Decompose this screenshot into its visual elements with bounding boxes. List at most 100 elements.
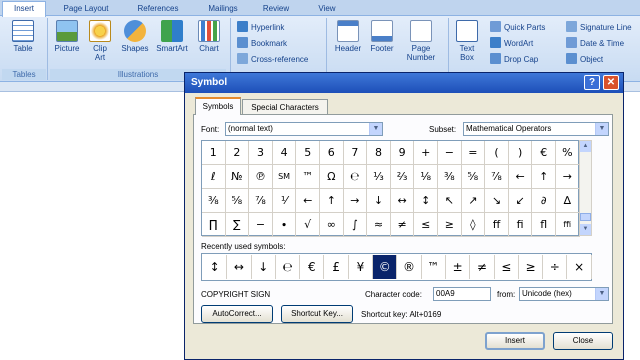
- smartart-button[interactable]: SmartArt: [152, 20, 192, 53]
- symbol-cell[interactable]: +: [414, 141, 438, 165]
- symbol-cell[interactable]: ℓ: [202, 165, 226, 189]
- tab-mailings[interactable]: Mailings: [198, 2, 248, 16]
- symbol-cell[interactable]: ⅓: [367, 165, 391, 189]
- symbol-cell[interactable]: ™: [296, 165, 320, 189]
- symbol-cell[interactable]: ∆: [556, 189, 580, 213]
- quick-parts-button[interactable]: Quick Parts: [490, 21, 545, 35]
- symbol-cell[interactable]: 3: [249, 141, 273, 165]
- symbol-cell[interactable]: 1: [202, 141, 226, 165]
- recent-symbol-cell[interactable]: ©: [373, 255, 398, 279]
- symbol-cell[interactable]: 7: [343, 141, 368, 165]
- symbol-cell[interactable]: ◊: [461, 213, 486, 237]
- page-number-button[interactable]: Page Number: [400, 20, 442, 62]
- recent-symbol-cell[interactable]: ®: [397, 255, 422, 279]
- recent-symbol-cell[interactable]: ℮: [276, 255, 301, 279]
- symbol-cell[interactable]: →: [556, 165, 580, 189]
- tab-view[interactable]: View: [312, 2, 342, 16]
- symbol-cell[interactable]: ←: [508, 165, 533, 189]
- symbol-cell[interactable]: ↖: [438, 189, 462, 213]
- recent-symbol-cell[interactable]: ↔: [227, 255, 252, 279]
- symbol-cell[interactable]: ≠: [390, 213, 415, 237]
- symbol-cell[interactable]: ≤: [414, 213, 438, 237]
- symbol-cell[interactable]: −: [249, 213, 273, 237]
- symbol-cell[interactable]: fi: [508, 213, 533, 237]
- clip-art-button[interactable]: Clip Art: [86, 20, 114, 62]
- recent-symbol-cell[interactable]: ±: [446, 255, 471, 279]
- symbol-cell[interactable]: ↕: [414, 189, 438, 213]
- recent-symbol-cell[interactable]: ↕: [203, 255, 228, 279]
- autocorrect-button[interactable]: AutoCorrect...: [201, 305, 273, 323]
- character-code-input[interactable]: 00A9: [433, 287, 491, 301]
- symbol-cell[interactable]: ∞: [320, 213, 344, 237]
- symbol-cell[interactable]: €: [532, 141, 556, 165]
- symbol-cell[interactable]: ): [508, 141, 533, 165]
- chevron-down-icon[interactable]: ▼: [369, 123, 382, 135]
- symbol-cell[interactable]: ⅞: [249, 189, 273, 213]
- symbol-cell[interactable]: ↑: [532, 165, 556, 189]
- symbol-cell[interactable]: ⅜: [202, 189, 226, 213]
- symbol-cell[interactable]: ⅝: [225, 189, 250, 213]
- symbol-cell[interactable]: ↙: [508, 189, 533, 213]
- symbol-cell[interactable]: →: [343, 189, 368, 213]
- recent-symbol-cell[interactable]: ¥: [349, 255, 374, 279]
- recent-symbol-cell[interactable]: £: [325, 255, 349, 279]
- symbol-cell[interactable]: 9: [390, 141, 415, 165]
- table-button[interactable]: Table: [6, 20, 40, 53]
- insert-button[interactable]: Insert: [485, 332, 545, 350]
- subset-select[interactable]: Mathematical Operators ▼: [463, 122, 609, 136]
- symbol-cell[interactable]: ∫: [343, 213, 368, 237]
- symbol-cell[interactable]: ⅜: [438, 165, 462, 189]
- symbol-cell[interactable]: ∏: [202, 213, 226, 237]
- recent-symbol-cell[interactable]: ÷: [543, 255, 568, 279]
- symbol-cell[interactable]: fl: [532, 213, 556, 237]
- chart-button[interactable]: Chart: [194, 20, 224, 53]
- font-select[interactable]: (normal text) ▼: [225, 122, 383, 136]
- recent-symbol-cell[interactable]: ≥: [519, 255, 544, 279]
- text-box-button[interactable]: Text Box: [452, 20, 482, 62]
- cross-reference-button[interactable]: Cross-reference: [237, 53, 308, 67]
- help-icon[interactable]: ?: [584, 75, 600, 90]
- from-select[interactable]: Unicode (hex) ▼: [519, 287, 609, 301]
- recent-symbol-cell[interactable]: ↓: [252, 255, 276, 279]
- scroll-up-icon[interactable]: ▲: [580, 141, 591, 152]
- symbol-cell[interactable]: ℮: [343, 165, 368, 189]
- symbol-cell[interactable]: ⅛: [414, 165, 438, 189]
- hyperlink-button[interactable]: Hyperlink: [237, 21, 284, 35]
- symbol-cell[interactable]: ≈: [367, 213, 391, 237]
- symbol-cell[interactable]: √: [296, 213, 320, 237]
- wordart-button[interactable]: WordArt: [490, 37, 533, 51]
- symbol-cell[interactable]: 8: [367, 141, 391, 165]
- symbol-cell[interactable]: ⅟: [272, 189, 297, 213]
- picture-button[interactable]: Picture: [50, 20, 84, 53]
- symbol-cell[interactable]: %: [556, 141, 580, 165]
- chevron-down-icon[interactable]: ▼: [595, 123, 608, 135]
- dialog-titlebar[interactable]: Symbol ? ✕: [185, 73, 623, 93]
- symbol-cell[interactable]: ff: [485, 213, 509, 237]
- symbol-cell[interactable]: 5: [296, 141, 320, 165]
- chevron-down-icon[interactable]: ▼: [595, 288, 608, 300]
- footer-button[interactable]: Footer: [366, 20, 398, 53]
- recent-symbol-cell[interactable]: ≠: [470, 255, 495, 279]
- symbol-cell[interactable]: ∑: [225, 213, 250, 237]
- symbol-cell[interactable]: 2: [225, 141, 250, 165]
- symbol-cell[interactable]: ↘: [485, 189, 509, 213]
- recent-symbol-cell[interactable]: ≤: [495, 255, 519, 279]
- signature-line-button[interactable]: Signature Line: [566, 21, 632, 35]
- symbol-cell[interactable]: ←: [296, 189, 320, 213]
- scroll-down-icon[interactable]: ▼: [580, 224, 591, 235]
- symbol-cell[interactable]: 4: [272, 141, 297, 165]
- symbol-cell[interactable]: Ω: [320, 165, 344, 189]
- recent-symbol-cell[interactable]: ™: [422, 255, 446, 279]
- recent-symbol-cell[interactable]: €: [300, 255, 325, 279]
- symbol-cell[interactable]: ≥: [438, 213, 462, 237]
- symbol-cell[interactable]: −: [438, 141, 462, 165]
- symbol-cell[interactable]: ⅝: [461, 165, 486, 189]
- close-icon[interactable]: ✕: [603, 75, 619, 90]
- symbol-cell[interactable]: ℗: [249, 165, 273, 189]
- header-button[interactable]: Header: [331, 20, 365, 53]
- recent-symbol-cell[interactable]: ×: [568, 255, 592, 279]
- drop-cap-button[interactable]: Drop Cap: [490, 53, 538, 67]
- symbol-grid-scrollbar[interactable]: ▲ ▼: [579, 140, 592, 236]
- tab-references[interactable]: References: [128, 2, 188, 16]
- symbol-cell[interactable]: №: [225, 165, 250, 189]
